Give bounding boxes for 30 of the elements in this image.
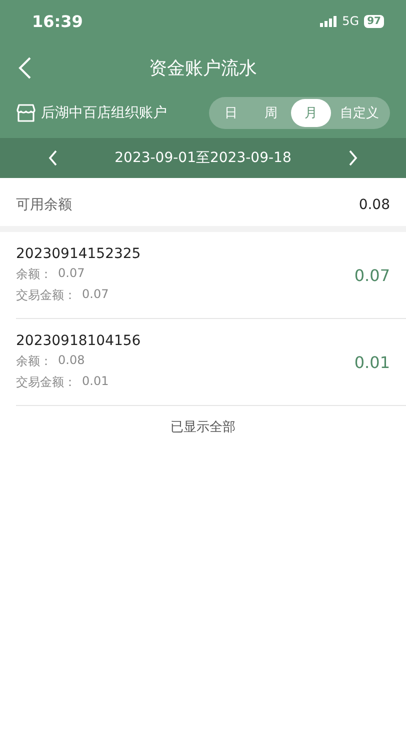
period-tab[interactable]: 自定义	[331, 99, 388, 127]
previous-button[interactable]	[48, 149, 58, 167]
signal-icon	[320, 16, 338, 26]
back-button[interactable]	[18, 56, 32, 80]
amount-label: 交易金额：	[16, 374, 76, 391]
balance-label: 余额：	[16, 353, 52, 370]
transaction-id: 20230914152325	[16, 246, 141, 262]
end-of-list-text: 已显示全部	[170, 420, 236, 435]
status-time: 16:39	[32, 12, 83, 30]
amount-value: 0.01	[82, 374, 109, 390]
balance-value: 0.08	[58, 353, 85, 369]
balance-value: 0.07	[58, 266, 85, 282]
battery-indicator: 97	[364, 14, 384, 28]
store-icon	[16, 103, 36, 123]
transaction-amount: 0.07	[354, 266, 390, 284]
period-tab[interactable]: 月	[291, 99, 331, 127]
page-title: 资金账户流水	[149, 57, 257, 80]
transaction-id: 20230918104156	[16, 333, 141, 349]
period-tab[interactable]: 日	[211, 99, 251, 127]
period-tab[interactable]: 周	[251, 99, 291, 127]
network-label: 5G	[342, 14, 360, 28]
next-button[interactable]	[348, 149, 358, 167]
balance-label: 余额：	[16, 266, 52, 283]
amount-value: 0.07	[82, 287, 109, 303]
amount-label: 交易金额：	[16, 287, 76, 304]
account-name: 后湖中百店组织账户	[41, 104, 167, 122]
balance-value: 0.08	[358, 197, 390, 213]
transaction-amount: 0.01	[354, 352, 390, 372]
balance-label: 可用余额	[16, 196, 72, 214]
date-range: 2023-09-01至2023-09-18	[114, 149, 292, 167]
